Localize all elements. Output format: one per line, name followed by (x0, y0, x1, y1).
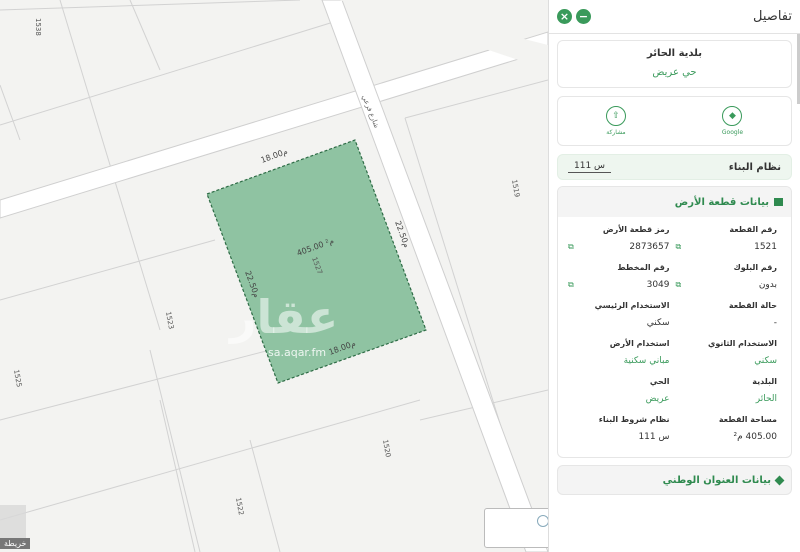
lot-field-key: مساحة القطعة (718, 415, 777, 424)
lot-field-value-row: 1521 ⧉ (676, 239, 778, 255)
copy-icon[interactable]: ⧉ (676, 242, 682, 252)
lot-field-value-row: 405.00 م² (676, 429, 777, 445)
municipality-card: بلدية الحائر حي عريض (557, 40, 792, 88)
lot-field: رقم القطعة 1521 ⧉ (676, 225, 778, 257)
lot-field: استخدام الأرض مباني سكنية (568, 339, 670, 371)
lot-field: رقم البلوك بدون ⧉ (676, 263, 778, 295)
lot-field-key: رمز قطعة الأرض (602, 225, 670, 234)
lot-field: رمز قطعة الأرض 2873657 ⧉ (568, 225, 670, 257)
lot-field: نظام شروط البناء س 111 (568, 415, 670, 447)
lot-field-value-row: بدون ⧉ (676, 277, 778, 293)
lot-field-value-row: 3049 ⧉ (568, 277, 670, 293)
lot-number: 1523 (164, 311, 175, 330)
lot-number: 1520 (381, 439, 392, 458)
building-system-label: نظام البناء (728, 161, 781, 173)
lot-field-value-row: مباني سكنية (568, 353, 670, 369)
lot-field-key: رقم القطعة (729, 225, 777, 234)
lot-data-section: بيانات قطعة الأرض رقم القطعة 1521 ⧉ رمز قطع… (557, 186, 792, 458)
actions-card: ◆ Google ⇧ مشاركة (557, 96, 792, 146)
lot-number: 1525 (12, 369, 23, 388)
lot-number: 1519 (510, 179, 521, 198)
copy-icon[interactable]: ⧉ (568, 242, 574, 252)
lot-field: حالة القطعة - (676, 301, 777, 333)
district-name: حي عريض (652, 67, 697, 78)
lot-field-value: الحائر (755, 394, 777, 404)
share-icon: ⇧ (605, 106, 626, 126)
tag-icon (774, 475, 785, 485)
share-button[interactable]: ⇧ مشاركة (605, 106, 626, 136)
lot-number: 1538 (34, 18, 42, 36)
lot-field-value: 405.00 م² (733, 432, 777, 442)
google-button[interactable]: ◆ Google (722, 106, 743, 136)
map-pin-icon: ◆ (722, 106, 743, 126)
watermark-logo: عقار (230, 290, 339, 344)
lot-field-value: عريض (645, 394, 670, 404)
lot-field-value-row: سكني (568, 315, 670, 331)
building-system-value[interactable]: س 111 (568, 161, 612, 173)
panel-title: تفاصيل (753, 9, 792, 24)
lot-field-key: حالة القطعة (728, 301, 777, 310)
lot-field-value: سكني (754, 356, 777, 366)
lot-field-key: رقم البلوك (733, 263, 777, 272)
lot-data-title: بيانات قطعة الأرض (674, 196, 769, 208)
lot-field-value: مباني سكنية (623, 356, 670, 366)
lot-field-key: رقم المخطط (617, 263, 670, 272)
minimize-icon[interactable]: − (576, 9, 591, 24)
lot-fields-grid: رقم القطعة 1521 ⧉ رمز قطعة الأرض 2873657 ⧉ رقم… (558, 217, 791, 447)
municipality-name: بلدية الحائر (646, 48, 703, 59)
lot-field: مساحة القطعة 405.00 م² (676, 415, 777, 447)
details-panel: تفاصيل × − بلدية الحائر حي عريض ◆ Google… (548, 0, 800, 552)
lot-field: البلدية الحائر (676, 377, 777, 409)
watermark-url: sa.aqar.fm (268, 346, 327, 359)
lot-field: رقم المخطط 3049 ⧉ (568, 263, 670, 295)
lot-field: الاستخدام الثانوي سكني (676, 339, 777, 371)
lot-field-key: الحي (649, 377, 670, 386)
lot-field-value-row: س 111 (568, 429, 670, 445)
close-icon[interactable]: × (557, 9, 572, 24)
lot-field-key: البلدية (752, 377, 777, 386)
google-label: Google (721, 129, 744, 136)
national-address-header[interactable]: بيانات العنوان الوطني (557, 465, 792, 495)
lot-field-value-row: سكني (676, 353, 777, 369)
lot-field-key: الاستخدام الرئيسي (594, 301, 670, 310)
lot-field-key: استخدام الأرض (609, 339, 670, 348)
lot-field-value: - (773, 318, 777, 328)
copy-icon[interactable]: ⧉ (568, 280, 574, 290)
dim-top: 18.00م (260, 147, 289, 165)
lot-field-value-row: 2873657 ⧉ (568, 239, 670, 255)
lot-field-value-row: - (676, 315, 777, 331)
national-address-title: بيانات العنوان الوطني (662, 474, 771, 486)
share-label: مشاركة (606, 129, 626, 136)
lot-field-value: بدون (758, 280, 777, 290)
copy-icon[interactable]: ⧉ (676, 280, 682, 290)
lot-field-value: 1521 (754, 242, 777, 252)
lot-field-value: 2873657 (629, 242, 670, 252)
map-canvas[interactable]: 18.00م 22.50م 18.00م 22.50م 405.00 م² شا… (0, 0, 548, 552)
lot-field-value-row: الحائر (676, 391, 777, 407)
lot-field-value: سكني (646, 318, 670, 328)
lot-number: 1522 (234, 497, 245, 516)
lot-data-header[interactable]: بيانات قطعة الأرض (558, 187, 791, 217)
map-icon (774, 198, 783, 206)
map-corner-label: خريطة (0, 538, 31, 549)
lot-field-value: س 111 (638, 432, 670, 442)
lot-field: الاستخدام الرئيسي سكني (568, 301, 670, 333)
lot-field-key: نظام شروط البناء (598, 415, 670, 424)
lot-field-value-row: عريض (568, 391, 670, 407)
building-system-row: نظام البناء س 111 (557, 154, 792, 180)
panel-header: تفاصيل × − (549, 0, 800, 34)
lot-field: الحي عريض (568, 377, 670, 409)
lot-field-key: الاستخدام الثانوي (708, 339, 777, 348)
lot-field-value: 3049 (646, 280, 670, 290)
